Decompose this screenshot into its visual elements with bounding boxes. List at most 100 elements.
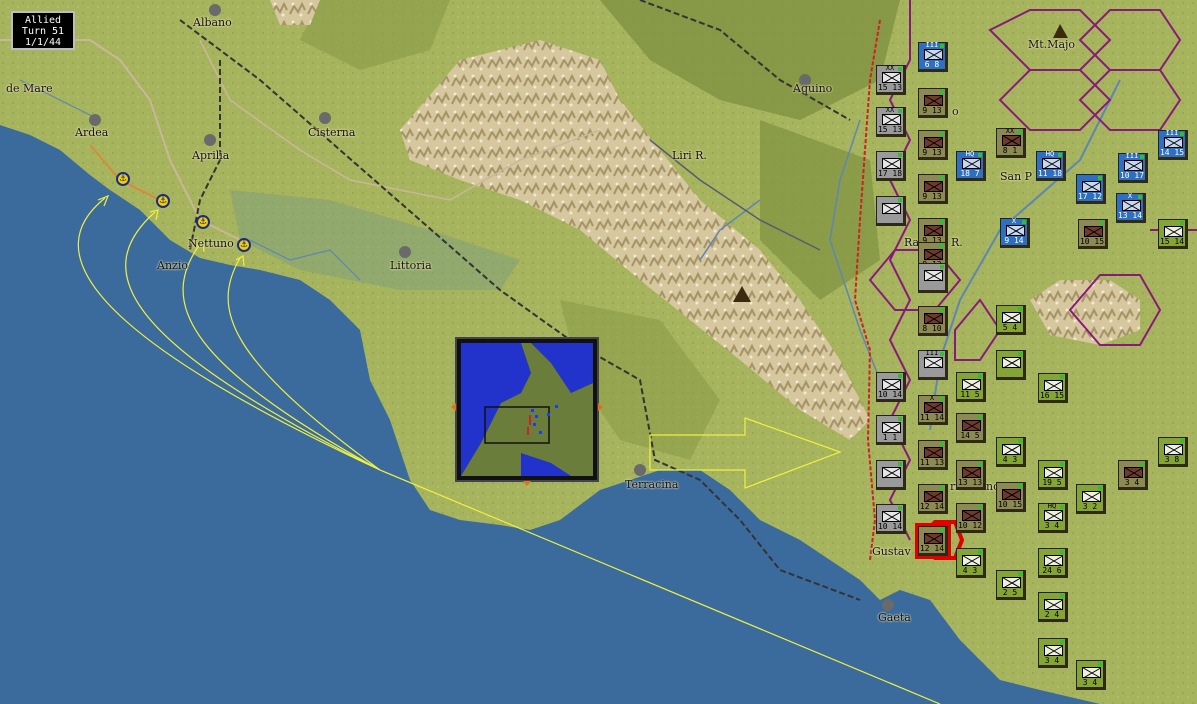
unit-type-icon bbox=[924, 225, 943, 236]
unit-counter[interactable]: 17 18 bbox=[876, 151, 906, 181]
unit-status-icon bbox=[1100, 221, 1104, 225]
unit-counter[interactable]: 4 3 bbox=[996, 437, 1026, 467]
unit-values: 9 13 bbox=[922, 192, 942, 201]
unit-counter[interactable] bbox=[876, 196, 906, 226]
place-san-p: San P bbox=[1000, 170, 1033, 183]
place-ra: Ra bbox=[904, 236, 920, 249]
unit-counter[interactable]: 2 4 bbox=[1038, 592, 1068, 622]
unit-status-icon bbox=[898, 198, 902, 202]
minimap[interactable] bbox=[451, 337, 603, 486]
place-liri-river: Liri R. bbox=[672, 149, 707, 162]
unit-type-icon bbox=[882, 511, 901, 522]
unit-counter[interactable] bbox=[918, 263, 948, 293]
minimap-scroll-right-icon[interactable] bbox=[598, 403, 603, 411]
unit-counter[interactable]: 3 4 bbox=[1118, 460, 1148, 490]
place-terracina: Terracina bbox=[625, 478, 679, 491]
unit-counter[interactable]: 13 13 bbox=[956, 460, 986, 490]
unit-type-icon bbox=[924, 357, 943, 368]
anchor-icon[interactable]: ⚓ bbox=[237, 238, 251, 252]
unit-status-icon bbox=[898, 109, 902, 113]
unit-counter[interactable]: 10 14 bbox=[876, 504, 906, 534]
unit-type-icon bbox=[924, 402, 943, 413]
unit-counter[interactable]: XX 15 13 bbox=[876, 107, 906, 137]
unit-counter[interactable]: 14 5 bbox=[956, 413, 986, 443]
game-map[interactable]: Allied Turn 51 1/1/44 Albano de Mare Ard… bbox=[0, 0, 1197, 704]
unit-counter[interactable]: III 14 15 bbox=[1158, 130, 1188, 160]
unit-values: 24 6 bbox=[1042, 566, 1062, 575]
unit-type-icon bbox=[924, 95, 943, 106]
unit-values: 17 12 bbox=[1077, 192, 1103, 201]
unit-status-icon bbox=[1098, 486, 1102, 490]
unit-counter[interactable]: 24 6 bbox=[1038, 548, 1068, 578]
anchor-icon[interactable]: ⚓ bbox=[116, 172, 130, 186]
minimap-view[interactable] bbox=[461, 343, 593, 476]
unit-counter[interactable] bbox=[876, 460, 906, 490]
unit-type-icon bbox=[1042, 158, 1061, 169]
unit-counter[interactable]: 10 14 bbox=[876, 372, 906, 402]
unit-counter[interactable]: XX 8 1 bbox=[996, 128, 1026, 158]
unit-counter[interactable]: 5 4 bbox=[996, 305, 1026, 335]
unit-status-icon bbox=[1060, 550, 1064, 554]
unit-counter[interactable]: X9 14 bbox=[1000, 218, 1030, 248]
anchor-icon[interactable]: ⚓ bbox=[156, 194, 170, 208]
unit-counter[interactable]: HQ 3 4 bbox=[1038, 503, 1068, 533]
unit-values: 19 5 bbox=[1042, 478, 1062, 487]
unit-counter[interactable]: 10 15 bbox=[1078, 219, 1108, 249]
unit-status-icon bbox=[1060, 462, 1064, 466]
minimap-scroll-down-icon[interactable] bbox=[523, 481, 531, 486]
unit-type-icon bbox=[962, 420, 981, 431]
unit-counter[interactable]: 9 13 bbox=[918, 88, 948, 118]
unit-type-icon bbox=[1084, 226, 1103, 237]
minimap-scroll-left-icon[interactable] bbox=[451, 403, 456, 411]
unit-counter[interactable]: 10 15 bbox=[996, 482, 1026, 512]
turn-date: 1/1/44 bbox=[24, 37, 62, 48]
place-c-o: o bbox=[952, 105, 959, 118]
unit-counter[interactable]: 1 1 bbox=[876, 415, 906, 445]
anchor-icon[interactable]: ⚓ bbox=[196, 215, 210, 229]
unit-counter[interactable]: HQ 18 7 bbox=[956, 151, 986, 181]
unit-type-icon bbox=[1044, 510, 1063, 521]
unit-counter[interactable]: 15 14 bbox=[1158, 219, 1188, 249]
unit-counter[interactable]: III bbox=[918, 350, 948, 380]
unit-status-icon bbox=[940, 308, 944, 312]
unit-type-icon bbox=[1044, 599, 1063, 610]
unit-counter[interactable]: III 6 8 bbox=[918, 42, 948, 72]
unit-counter[interactable]: 16 15 bbox=[1038, 373, 1068, 403]
unit-counter[interactable]: 9 13 bbox=[918, 174, 948, 204]
unit-counter[interactable]: 4 3 bbox=[956, 548, 986, 578]
unit-counter[interactable]: 3 4 bbox=[1076, 660, 1106, 690]
unit-counter[interactable]: 9 13 bbox=[918, 130, 948, 160]
unit-counter[interactable]: X 13 14 bbox=[1116, 193, 1146, 223]
unit-counter[interactable]: 19 5 bbox=[1038, 460, 1068, 490]
unit-values: 5 4 bbox=[1002, 323, 1018, 332]
place-cisterna: Cisterna bbox=[308, 126, 356, 139]
unit-status-icon bbox=[940, 397, 944, 401]
unit-status-icon bbox=[1018, 130, 1022, 134]
unit-values: 2 4 bbox=[1044, 610, 1060, 619]
unit-counter[interactable]: 2 5 bbox=[996, 570, 1026, 600]
unit-counter[interactable]: 11 5 bbox=[956, 372, 986, 402]
unit-status-icon bbox=[940, 244, 944, 248]
unit-counter[interactable]: 11 13 bbox=[918, 440, 948, 470]
unit-counter[interactable]: XX 15 13 bbox=[876, 65, 906, 95]
unit-counter[interactable]: 3 8 bbox=[1158, 437, 1188, 467]
unit-counter[interactable]: 8 10 bbox=[918, 306, 948, 336]
turn-info-box[interactable]: Allied Turn 51 1/1/44 bbox=[11, 11, 75, 50]
unit-counter[interactable]: 10 12 bbox=[956, 503, 986, 533]
unit-counter[interactable]: 17 12 bbox=[1076, 174, 1106, 204]
unit-counter[interactable]: III 10 17 bbox=[1118, 153, 1148, 183]
unit-counter[interactable]: 3 4 bbox=[1038, 638, 1068, 668]
unit-counter[interactable]: 12 14 bbox=[915, 523, 951, 559]
unit-values: 3 4 bbox=[1044, 521, 1060, 530]
unit-counter[interactable]: X 11 14 bbox=[918, 395, 948, 425]
unit-status-icon bbox=[1058, 153, 1062, 157]
unit-counter[interactable]: 12 14 bbox=[918, 484, 948, 514]
unit-type-icon bbox=[1044, 467, 1063, 478]
unit-status-icon bbox=[1060, 375, 1064, 379]
unit-counter[interactable]: 3 2 bbox=[1076, 484, 1106, 514]
unit-status-icon bbox=[1018, 352, 1022, 356]
unit-status-icon bbox=[940, 176, 944, 180]
unit-counter[interactable] bbox=[996, 350, 1026, 380]
unit-counter[interactable]: HQ 11 18 bbox=[1036, 151, 1066, 181]
unit-status-icon bbox=[978, 462, 982, 466]
